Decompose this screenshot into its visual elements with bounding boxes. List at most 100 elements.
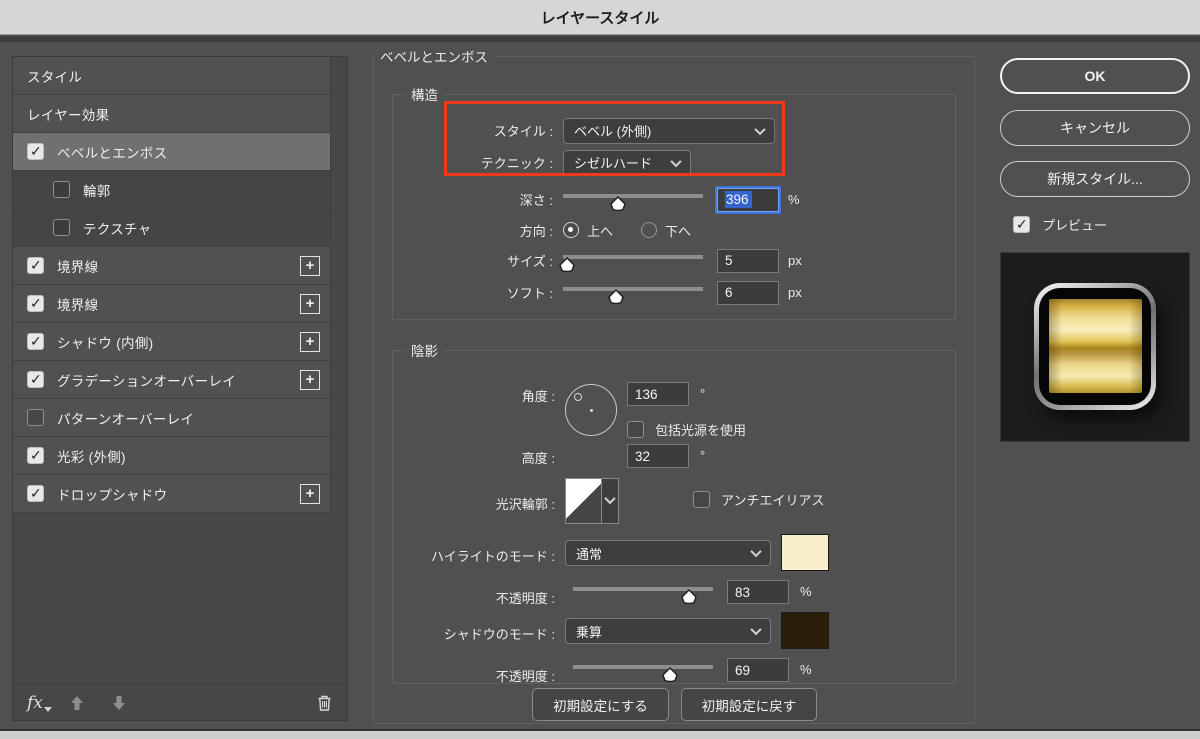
- add-effect-plus-button[interactable]: +: [300, 483, 320, 504]
- add-effect-plus-button[interactable]: +: [300, 369, 320, 390]
- slider-thumb[interactable]: [608, 288, 625, 304]
- sidebar-item-label: 境界線: [57, 259, 99, 275]
- sidebar-item-stroke-1[interactable]: 境界線 +: [13, 247, 330, 285]
- style-dropdown[interactable]: ベベル (外側): [563, 117, 775, 144]
- contour-thumbnail[interactable]: [565, 478, 602, 524]
- reset-default-button[interactable]: 初期設定に戻す: [681, 688, 817, 721]
- depth-label: 深さ :: [519, 193, 553, 208]
- checkbox-checked[interactable]: [27, 257, 44, 274]
- add-effect-plus-button[interactable]: +: [300, 331, 320, 352]
- slider-track[interactable]: [563, 254, 703, 259]
- structure-group: 構造 スタイル : ベベル (外側) テクニック : シゼルハード 深さ : 3…: [392, 84, 956, 320]
- global-light-checkbox[interactable]: [627, 421, 644, 438]
- add-effect-plus-button[interactable]: +: [300, 255, 320, 276]
- sidebar-item-contour[interactable]: 輪郭: [13, 171, 330, 209]
- direction-down-radio[interactable]: [641, 222, 658, 238]
- highlight-mode-dropdown[interactable]: 通常: [565, 540, 771, 566]
- shadow-mode-dropdown[interactable]: 乗算: [565, 618, 771, 644]
- fx-menu-button[interactable]: fx: [27, 693, 52, 713]
- checkbox-checked[interactable]: [27, 485, 44, 502]
- angle-label: 角度 :: [521, 389, 555, 404]
- shadow-color-swatch[interactable]: [781, 612, 829, 649]
- shadow-opacity-slider[interactable]: [573, 660, 713, 682]
- shading-legend: 陰影: [411, 344, 438, 359]
- antialias-checkbox[interactable]: [693, 491, 710, 508]
- shadow-opacity-value: 69: [735, 662, 751, 678]
- depth-input[interactable]: 396: [717, 187, 779, 212]
- altitude-input[interactable]: 32: [627, 444, 689, 468]
- new-style-button[interactable]: 新規スタイル...: [1000, 161, 1190, 197]
- checkbox-checked[interactable]: [27, 371, 44, 388]
- slider-thumb[interactable]: [610, 195, 627, 211]
- angle-input[interactable]: 136: [627, 382, 689, 406]
- checkbox-checked[interactable]: [27, 143, 44, 160]
- sidebar-item-styles[interactable]: スタイル: [13, 57, 330, 95]
- slider-track[interactable]: [573, 665, 713, 669]
- slider-thumb[interactable]: [661, 667, 678, 682]
- depth-slider[interactable]: [563, 189, 703, 211]
- technique-dropdown[interactable]: シゼルハード: [563, 149, 691, 176]
- slider-track[interactable]: [563, 193, 703, 198]
- sidebar-item-blending-options[interactable]: レイヤー効果: [13, 95, 330, 133]
- checkbox-checked[interactable]: [27, 333, 44, 350]
- slider-track[interactable]: [563, 286, 703, 291]
- cancel-button[interactable]: キャンセル: [1000, 110, 1190, 146]
- sidebar-item-gradient-overlay[interactable]: グラデーションオーバーレイ +: [13, 361, 330, 399]
- move-effect-up-icon[interactable]: [69, 695, 85, 711]
- direction-row: 方向 : 上へ 下へ: [405, 218, 943, 242]
- angle-dial-marker[interactable]: [574, 393, 582, 401]
- gloss-contour-picker[interactable]: [565, 478, 619, 524]
- ok-button[interactable]: OK: [1000, 58, 1190, 94]
- antialias-row: アンチエイリアス: [693, 490, 824, 509]
- soften-label: ソフト :: [506, 286, 553, 301]
- shadow-opacity-input[interactable]: 69: [727, 658, 789, 682]
- size-input[interactable]: 5: [717, 248, 779, 273]
- depth-unit: %: [788, 192, 800, 207]
- highlight-opacity-slider[interactable]: [573, 582, 713, 604]
- sidebar-item-label: 輪郭: [83, 183, 111, 199]
- style-label: スタイル :: [493, 124, 553, 139]
- highlight-mode-value: 通常: [576, 546, 603, 562]
- add-effect-plus-button[interactable]: +: [300, 293, 320, 314]
- sidebar-item-label: スタイル: [27, 69, 83, 85]
- make-default-button[interactable]: 初期設定にする: [532, 688, 669, 721]
- soften-input[interactable]: 6: [717, 280, 779, 305]
- preview-label: プレビュー: [1042, 218, 1108, 233]
- size-label: サイズ :: [507, 254, 553, 269]
- shadow-opacity-label: 不透明度 :: [495, 669, 555, 684]
- shading-group: 陰影 角度 : 136 ° 包括光源を使用 高度 : 32 ° 光沢輪郭 : ア…: [392, 340, 956, 684]
- preview-toggle-row: プレビュー: [1013, 215, 1107, 234]
- slider-thumb[interactable]: [559, 256, 576, 272]
- checkbox-checked[interactable]: [27, 447, 44, 464]
- delete-effect-trash-icon[interactable]: [316, 694, 333, 712]
- size-row: サイズ : 5 px: [405, 247, 943, 274]
- highlight-color-swatch[interactable]: [781, 534, 829, 571]
- highlight-opacity-input[interactable]: 83: [727, 580, 789, 604]
- sidebar-item-bevel-emboss[interactable]: ベベルとエンボス: [13, 133, 330, 171]
- slider-thumb[interactable]: [681, 589, 698, 604]
- preview-checkbox[interactable]: [1013, 216, 1030, 233]
- move-effect-down-icon[interactable]: [111, 695, 127, 711]
- sidebar-item-inner-shadow[interactable]: シャドウ (内側) +: [13, 323, 330, 361]
- contour-dropdown-chevron[interactable]: [602, 478, 619, 524]
- checkbox-unchecked[interactable]: [53, 181, 70, 198]
- sidebar-item-drop-shadow[interactable]: ドロップシャドウ +: [13, 475, 330, 513]
- panel-title: ベベルとエンボス: [380, 50, 488, 65]
- technique-row: テクニック : シゼルハード: [405, 149, 943, 176]
- sidebar-item-label: 境界線: [57, 297, 99, 313]
- highlight-mode-label: ハイライトのモード :: [431, 549, 555, 564]
- sidebar-item-label: レイヤー効果: [27, 107, 110, 123]
- bevel-emboss-panel: ベベルとエンボス 構造 スタイル : ベベル (外側) テクニック : シゼルハ…: [373, 46, 975, 724]
- sidebar-item-outer-glow[interactable]: 光彩 (外側): [13, 437, 330, 475]
- sidebar-item-texture[interactable]: テクスチャ: [13, 209, 330, 247]
- sidebar-item-pattern-overlay[interactable]: パターンオーバーレイ: [13, 399, 330, 437]
- soften-value: 6: [725, 285, 733, 300]
- checkbox-unchecked[interactable]: [53, 219, 70, 236]
- direction-up-radio[interactable]: [563, 222, 579, 238]
- size-slider[interactable]: [559, 250, 703, 272]
- soften-slider[interactable]: [563, 282, 703, 304]
- checkbox-checked[interactable]: [27, 295, 44, 312]
- checkbox-unchecked[interactable]: [27, 409, 44, 426]
- sidebar-item-stroke-2[interactable]: 境界線 +: [13, 285, 330, 323]
- angle-dial[interactable]: [565, 384, 617, 436]
